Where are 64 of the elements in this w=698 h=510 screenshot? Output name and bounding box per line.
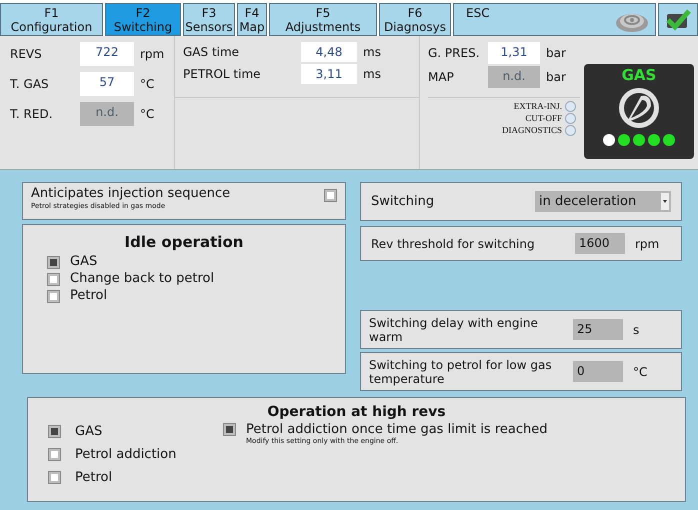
indicator-label: EXTRA-INJ. xyxy=(514,100,562,112)
unit-label: °C xyxy=(140,76,154,93)
tab[interactable]: F2 Switching xyxy=(105,3,181,36)
field-label: PETROL time xyxy=(183,66,262,83)
fuel-mode-label: GAS xyxy=(622,66,656,84)
value-field: 722 xyxy=(80,42,134,66)
unit-label: bar xyxy=(546,45,566,62)
value-field: 57 xyxy=(80,72,134,96)
radio-button[interactable] xyxy=(48,448,61,461)
unit-label: ms xyxy=(363,44,381,61)
field-label: T. RED. xyxy=(10,106,54,123)
option-label: GAS xyxy=(75,422,102,441)
tab[interactable]: F4 Map xyxy=(237,3,267,36)
indicator-label: CUT-OFF xyxy=(525,112,562,124)
check-icon xyxy=(665,8,691,32)
value-field: 1,31 xyxy=(488,42,540,64)
value-field[interactable]: 0 xyxy=(573,361,623,382)
radio-button[interactable] xyxy=(47,256,60,268)
tab[interactable]: F1 Configuration xyxy=(0,3,103,36)
indicator-label: DIAGNOSTICS xyxy=(502,124,562,136)
value-field[interactable]: 1600 xyxy=(575,233,625,254)
option-label: Petrol addiction xyxy=(75,446,176,464)
unit-label: °C xyxy=(633,364,648,380)
section-title: Operation at high revs xyxy=(266,403,447,422)
tab[interactable]: F6 Diagnosys xyxy=(379,3,451,36)
option-label: Petrol xyxy=(70,287,108,306)
unit-label: ms xyxy=(363,66,381,83)
field-label: G. PRES. xyxy=(428,45,481,62)
checkbox[interactable] xyxy=(223,423,236,436)
unit-label: rpm xyxy=(635,236,660,252)
option-label: Petrol xyxy=(75,468,112,487)
field-label: REVS xyxy=(10,46,43,63)
option-label: GAS xyxy=(70,253,98,272)
value-field: n.d. xyxy=(80,102,134,126)
radio-button[interactable] xyxy=(47,272,60,286)
value-field: 3,11 xyxy=(301,64,357,84)
tab[interactable]: ESC xyxy=(453,3,656,36)
setting-label: Switching xyxy=(371,192,434,211)
radio-button[interactable] xyxy=(48,425,61,438)
checkbox[interactable] xyxy=(324,189,337,202)
value-field: 4,48 xyxy=(301,42,357,62)
value-field[interactable]: 25 xyxy=(573,319,623,340)
setting-label: Switching delay with engine warm xyxy=(369,316,539,344)
unit-label: s xyxy=(633,322,640,338)
unit-label: bar xyxy=(546,69,566,86)
confirm-button[interactable] xyxy=(658,3,698,36)
unit-label: °C xyxy=(140,106,154,123)
section-title: Idle operation xyxy=(124,232,244,253)
option-label: Anticipates injection sequence xyxy=(31,186,230,202)
field-label: T. GAS xyxy=(10,76,50,93)
option-label: Change back to petrol xyxy=(70,270,214,288)
field-label: MAP xyxy=(428,69,455,86)
tab[interactable]: F3 Sensors xyxy=(183,3,235,36)
tab[interactable]: F5 Adjustments xyxy=(269,3,377,36)
setting-label: Switching to petrol for low gas temperature xyxy=(369,358,553,386)
radio-button[interactable] xyxy=(47,290,60,302)
option-label: Petrol addiction once time gas limit is reached xyxy=(246,423,548,437)
unit-label: rpm xyxy=(140,46,164,63)
switching-dropdown[interactable]: in deceleration xyxy=(535,191,671,212)
value-field: n.d. xyxy=(488,66,540,88)
field-label: GAS time xyxy=(183,44,240,61)
setting-label: Rev threshold for switching xyxy=(371,236,536,250)
dropdown-caret-icon xyxy=(661,193,669,210)
radio-button[interactable] xyxy=(48,471,61,484)
